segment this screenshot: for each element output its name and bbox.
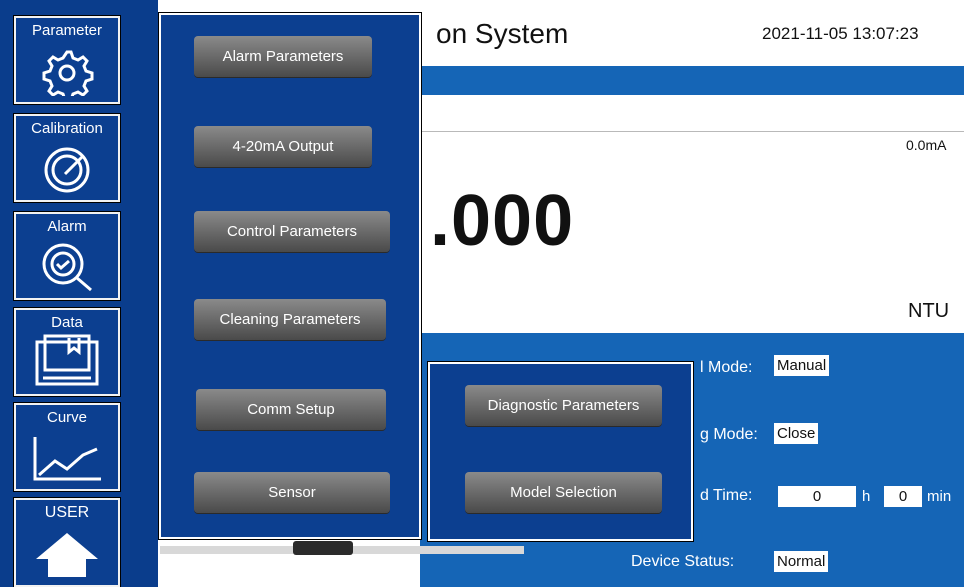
window-title: on System xyxy=(436,18,569,49)
divider xyxy=(420,131,964,132)
time-minutes-field[interactable]: 0 xyxy=(884,486,922,507)
curve-chart-icon xyxy=(33,437,101,481)
control-parameters-button[interactable]: Control Parameters xyxy=(194,211,390,252)
booster-pump-label: Booster Pump xyxy=(271,565,373,582)
parameter-menu: Alarm Parameters 4-20mA Output Control P… xyxy=(158,12,422,540)
model-selection-button[interactable]: Model Selection xyxy=(465,472,662,513)
sidebar-item-parameter[interactable]: Parameter xyxy=(13,15,121,105)
sidebar-item-alarm[interactable]: Alarm xyxy=(13,211,121,301)
output-4-20ma-button[interactable]: 4-20mA Output xyxy=(194,126,372,167)
diagnostic-parameters-button[interactable]: Diagnostic Parameters xyxy=(465,385,662,426)
sidebar-item-data[interactable]: Data xyxy=(13,307,121,397)
control-mode-value[interactable]: Manual xyxy=(774,355,830,376)
datetime-display: 2021-11-05 13:07:23 xyxy=(762,24,919,43)
time-hours-field[interactable]: 0 xyxy=(778,486,856,507)
alarm-parameters-button[interactable]: Alarm Parameters xyxy=(194,36,372,77)
measurement-unit: NTU xyxy=(908,300,950,322)
sidebar-item-curve[interactable]: Curve xyxy=(13,402,121,492)
sidebar-item-label: Data xyxy=(51,314,83,331)
comm-setup-button[interactable]: Comm Setup xyxy=(196,389,386,430)
cleaning-mode-value[interactable]: Close xyxy=(774,423,819,444)
device-status-value: Normal xyxy=(774,551,829,572)
sidebar-item-label: USER xyxy=(44,504,90,521)
time-label: d Time: xyxy=(700,487,753,504)
sidebar-item-calibration[interactable]: Calibration xyxy=(13,113,121,203)
sidebar-item-label: Curve xyxy=(46,409,87,426)
minutes-unit-label: min xyxy=(927,488,952,505)
booster-pump-icon xyxy=(293,541,353,555)
header-bar xyxy=(420,66,964,95)
sidebar: Parameter Calibration Alarm Data Curve U… xyxy=(0,0,158,587)
control-mode-label: l Mode: xyxy=(700,359,753,376)
hours-unit-label: h xyxy=(862,488,871,505)
current-output-value: 0.0mA xyxy=(906,137,947,153)
home-icon xyxy=(36,533,98,577)
sensor-button[interactable]: Sensor xyxy=(194,472,390,513)
cleaning-parameters-button[interactable]: Cleaning Parameters xyxy=(194,299,386,340)
sidebar-item-label: Parameter xyxy=(31,22,103,39)
gear-icon xyxy=(42,50,94,96)
sidebar-item-label: Calibration xyxy=(31,120,103,137)
cleaning-mode-label: g Mode: xyxy=(700,426,758,443)
data-tray-icon xyxy=(35,334,99,386)
calibration-dial-icon xyxy=(44,147,90,193)
sidebar-item-user[interactable]: USER xyxy=(13,497,121,587)
device-status-label: Device Status: xyxy=(631,553,735,570)
sidebar-item-label: Alarm xyxy=(47,218,87,235)
alarm-magnifier-icon xyxy=(42,243,92,292)
sensor-submenu: Diagnostic Parameters Model Selection xyxy=(427,361,694,542)
measurement-reading: .000 xyxy=(430,181,575,261)
